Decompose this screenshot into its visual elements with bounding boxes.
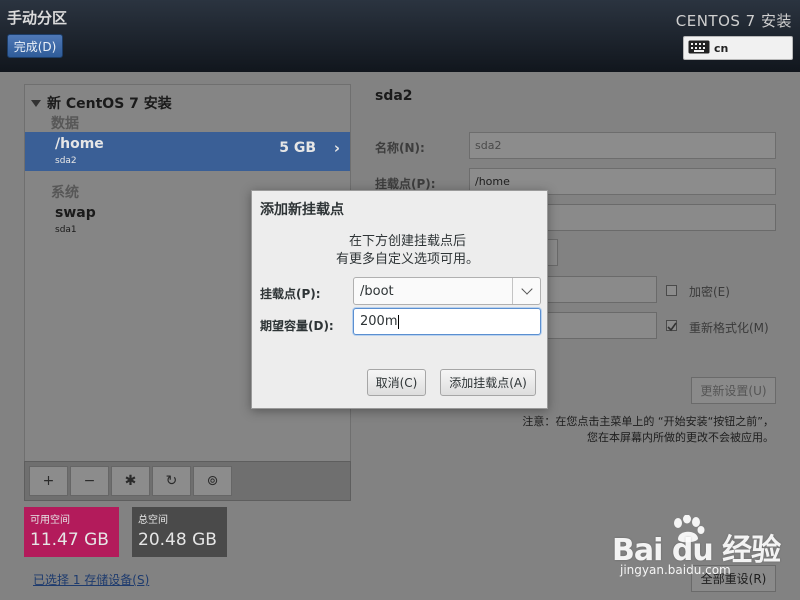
reformat-label: 重新格式化(M) — [689, 321, 769, 335]
tools-icon: ✱ — [124, 473, 137, 489]
baidu-jingyan-watermark: Bai du 经验 jingyan.baidu.com — [612, 515, 792, 585]
partition-name: /home — [55, 136, 104, 152]
total-space-box: 总空间 20.48 GB — [132, 507, 227, 557]
partition-toolbar: + − ✱ ↻ ⊚ — [24, 461, 351, 501]
name-field[interactable]: sda2 — [469, 132, 776, 159]
tree-root-label: 新 CentOS 7 安装 — [47, 96, 172, 112]
available-space-value: 11.47 GB — [30, 530, 109, 550]
product-title: CENTOS 7 安装 — [675, 12, 792, 30]
tree-root[interactable]: 新 CentOS 7 安装 — [31, 93, 172, 113]
desired-capacity-value: 200m — [360, 314, 398, 329]
name-label: 名称(N): — [375, 141, 425, 155]
text-caret — [398, 314, 400, 329]
dialog-description-line-2: 有更多自定义选项可用。 — [335, 252, 479, 267]
total-space-value: 20.48 GB — [138, 530, 217, 550]
total-space-label: 总空间 — [138, 515, 168, 526]
partition-size: 5 GB — [279, 140, 316, 156]
disk-unlock-icon: ⊚ — [206, 473, 219, 489]
keyboard-layout-label: cn — [714, 41, 729, 55]
done-button[interactable]: 完成(D) — [7, 34, 63, 58]
add-mount-point-dialog: 添加新挂载点 在下方创建挂载点后 有更多自定义选项可用。 挂载点(P): /bo… — [251, 190, 548, 409]
note-line-1: 注意：在您点击主菜单上的 “开始安装“按钮之前”， — [522, 415, 774, 428]
keyboard-layout-indicator[interactable]: cn — [683, 36, 793, 60]
keyboard-icon — [688, 40, 710, 57]
update-settings-button[interactable]: 更新设置(U) — [691, 377, 776, 404]
encrypt-checkbox[interactable] — [666, 285, 677, 296]
refresh-icon: ↻ — [165, 473, 178, 489]
mount-point-value[interactable]: /boot — [354, 284, 512, 299]
desired-capacity-input[interactable]: 200m — [353, 308, 541, 335]
detail-title: sda2 — [375, 88, 413, 104]
page-title: 手动分区 — [7, 9, 68, 27]
dropdown-button[interactable] — [512, 278, 540, 304]
group-label-data: 数据 — [51, 116, 79, 132]
minus-icon: − — [83, 473, 96, 489]
check-icon — [667, 322, 677, 332]
note-line-2: 您在本屏幕内所做的更改不会被应用。 — [587, 431, 774, 444]
mount-point-combobox[interactable]: /boot — [353, 277, 541, 305]
dialog-capacity-label: 期望容量(D): — [260, 319, 334, 333]
dialog-mount-point-label: 挂载点(P): — [260, 287, 321, 301]
plus-icon: + — [42, 473, 55, 489]
dialog-description-line-1: 在下方创建挂载点后 — [348, 234, 466, 249]
partition-device: sda1 — [55, 225, 77, 235]
partition-device: sda2 — [55, 156, 77, 166]
partition-name: swap — [55, 205, 96, 221]
add-mount-point-button[interactable]: 添加挂载点(A) — [440, 369, 536, 396]
reformat-checkbox[interactable] — [666, 320, 677, 332]
cancel-button[interactable]: 取消(C) — [367, 369, 426, 396]
encrypt-label: 加密(E) — [689, 285, 730, 299]
partition-row-home[interactable]: /home sda2 5 GB › — [25, 132, 350, 171]
selected-storage-link[interactable]: 已选择 1 存储设备(S) — [33, 571, 149, 588]
available-space-box: 可用空间 11.47 GB — [24, 507, 119, 557]
expand-triangle-icon[interactable] — [31, 99, 41, 107]
add-partition-button[interactable]: + — [29, 466, 68, 496]
chevron-down-icon — [520, 283, 533, 295]
dialog-title: 添加新挂载点 — [260, 202, 344, 218]
group-label-system: 系统 — [51, 185, 79, 201]
watermark-url: jingyan.baidu.com — [620, 563, 731, 577]
refresh-button[interactable]: ↻ — [152, 466, 191, 496]
top-bar: 手动分区 完成(D) CENTOS 7 安装 cn — [0, 0, 800, 72]
unlock-button[interactable]: ⊚ — [193, 466, 232, 496]
configure-button[interactable]: ✱ — [111, 466, 150, 496]
available-space-label: 可用空间 — [30, 515, 70, 526]
remove-partition-button[interactable]: − — [70, 466, 109, 496]
chevron-right-icon: › — [333, 139, 340, 157]
